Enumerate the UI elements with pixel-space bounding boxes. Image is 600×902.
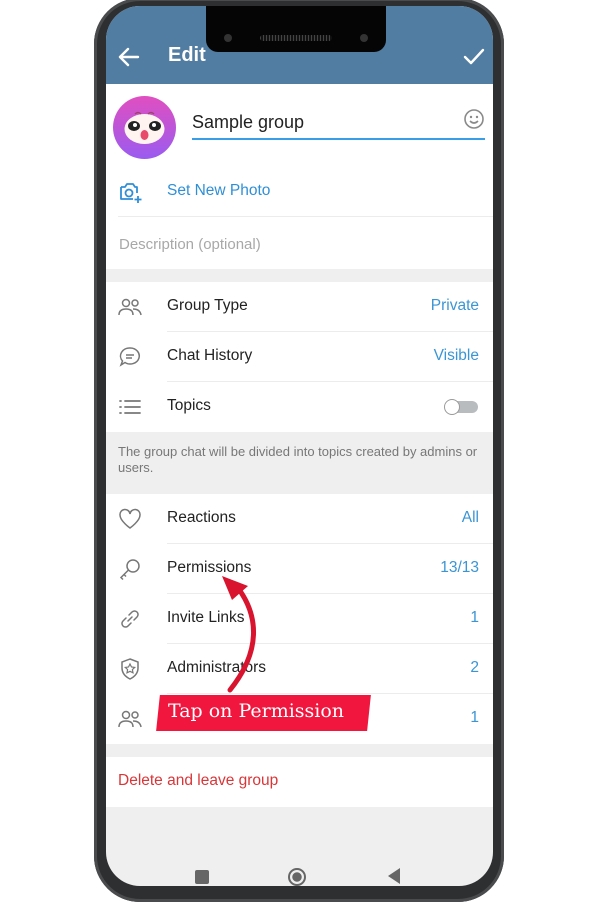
camera-notch [206,6,386,52]
administrators-label: Administrators [167,659,267,676]
set-new-photo-button[interactable]: Set New Photo [106,167,493,217]
panda-avatar-icon [124,111,165,144]
group-type-row[interactable]: Group Type Private [106,282,493,332]
recents-button[interactable] [195,870,209,884]
heart-icon [119,508,141,529]
divider [118,216,493,217]
administrators-value: 2 [470,659,479,676]
key-icon [119,559,140,581]
speaker-grille [260,35,332,41]
link-icon [121,610,139,628]
invite-links-label: Invite Links [167,609,245,626]
home-button[interactable] [288,868,306,886]
topics-label: Topics [167,397,211,414]
settings-card-1: Group Type Private Chat History Visible … [106,282,493,432]
description-input[interactable]: Description (optional) [119,236,261,253]
list-icon [119,400,141,414]
group-name-input[interactable] [192,106,485,140]
topics-hint: The group chat will be divided into topi… [118,444,478,475]
smiley-icon[interactable] [463,108,485,130]
members-value: 1 [470,709,479,726]
delete-leave-group-button[interactable]: Delete and leave group [118,772,278,790]
screen: Edit Set New Photo Description (optional… [106,6,493,886]
set-new-photo-label: Set New Photo [167,182,271,199]
back-nav-button[interactable] [388,868,400,884]
shield-star-icon [121,658,139,680]
topics-row[interactable]: Topics [106,382,493,432]
page-title: Edit [168,44,206,66]
invite-links-row[interactable]: Invite Links 1 [106,594,493,644]
topics-toggle[interactable] [444,399,478,415]
delete-card: Delete and leave group [106,757,493,807]
reactions-value: All [461,509,479,526]
group-avatar[interactable] [113,96,176,159]
chat-history-label: Chat History [167,347,253,364]
profile-card: Set New Photo Description (optional) [106,84,493,269]
users-icon [118,298,142,316]
administrators-row[interactable]: Administrators 2 [106,644,493,694]
camera-add-icon [120,183,142,203]
reactions-row[interactable]: Reactions All [106,494,493,544]
permissions-value: 13/13 [440,559,479,576]
chat-bubble-icon [119,347,140,367]
callout-text: Tap on Permission [168,700,345,722]
group-type-label: Group Type [167,297,248,314]
toggle-knob [444,399,460,415]
users-icon [118,710,142,728]
reactions-label: Reactions [167,509,236,526]
group-type-value: Private [430,297,479,314]
chat-history-value: Visible [433,347,479,364]
invite-links-value: 1 [470,609,479,626]
check-icon[interactable] [462,46,486,68]
front-camera [224,34,232,42]
permissions-row[interactable]: Permissions 13/13 [106,544,493,594]
chat-history-row[interactable]: Chat History Visible [106,332,493,382]
permissions-label: Permissions [167,559,252,576]
arrow-left-icon[interactable] [116,46,142,68]
sensor [360,34,368,42]
